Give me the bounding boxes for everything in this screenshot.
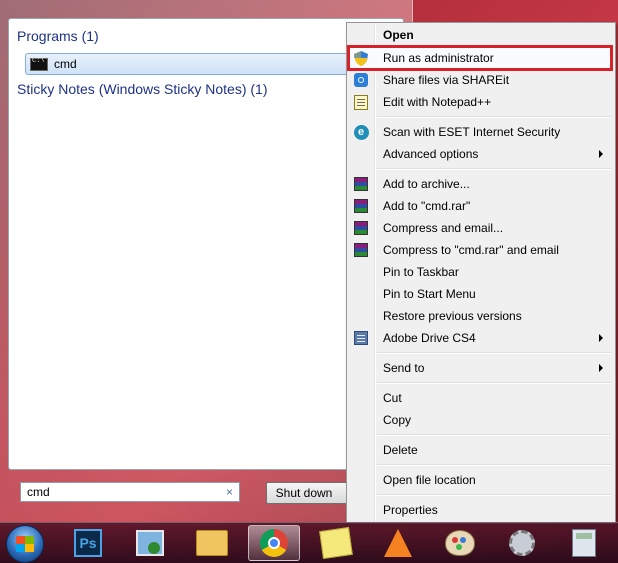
taskbar-calculator[interactable] (558, 525, 610, 561)
winrar-icon (353, 220, 369, 236)
photoshop-icon: Ps (74, 529, 102, 557)
windows-logo-icon (16, 536, 34, 552)
settings-icon (509, 530, 535, 556)
menu-item-label: Run as administrator (383, 51, 494, 65)
menu-item-label: Add to archive... (383, 177, 470, 191)
menu-separator (377, 116, 611, 117)
menu-item-copy[interactable]: Copy (349, 409, 611, 431)
taskbar-settings[interactable] (496, 525, 548, 561)
menu-item-label: Restore previous versions (383, 309, 522, 323)
menu-item-label: Pin to Taskbar (383, 265, 459, 279)
taskbar-sticky-notes[interactable] (310, 525, 362, 561)
submenu-arrow-icon (599, 364, 603, 372)
group-header-programs[interactable]: Programs (1) (17, 28, 99, 44)
menu-item-label: Send to (383, 361, 425, 375)
menu-item-label: Delete (383, 443, 418, 457)
menu-separator (377, 382, 611, 383)
result-item-cmd[interactable]: cmd (25, 53, 399, 75)
taskbar: Ps (0, 522, 618, 563)
menu-item-advanced-options[interactable]: Advanced options (349, 143, 611, 165)
shareit-icon (353, 72, 369, 88)
file-explorer-icon (196, 530, 228, 556)
menu-item-cut[interactable]: Cut (349, 387, 611, 409)
menu-item-label: Cut (383, 391, 402, 405)
menu-item-share-shareit[interactable]: Share files via SHAREit (349, 69, 611, 91)
start-button[interactable] (6, 525, 44, 563)
menu-item-label: Open file location (383, 473, 476, 487)
menu-item-delete[interactable]: Delete (349, 439, 611, 461)
taskbar-photoshop[interactable]: Ps (62, 525, 114, 561)
group-header-sticky-notes[interactable]: Sticky Notes (Windows Sticky Notes) (1) (17, 81, 268, 97)
menu-item-label: Copy (383, 413, 412, 427)
calculator-icon (572, 529, 596, 557)
menu-separator (377, 352, 611, 353)
taskbar-remote-desktop[interactable] (124, 525, 176, 561)
menu-separator (377, 494, 611, 495)
winrar-icon (353, 242, 369, 258)
menu-item-adobe-drive-cs4[interactable]: Adobe Drive CS4 (349, 327, 611, 349)
uac-shield-icon (353, 50, 369, 66)
menu-item-pin-to-start-menu[interactable]: Pin to Start Menu (349, 283, 611, 305)
menu-item-send-to[interactable]: Send to (349, 357, 611, 379)
notepadpp-icon (353, 94, 369, 110)
menu-item-add-to-cmd-rar[interactable]: Add to "cmd.rar" (349, 195, 611, 217)
remote-desktop-icon (136, 530, 164, 556)
menu-item-run-as-administrator[interactable]: Run as administrator (347, 45, 613, 71)
menu-item-label: Compress and email... (383, 221, 504, 235)
menu-item-label: Open (383, 28, 414, 42)
search-results-pane: Programs (1) cmd Sticky Notes (Windows S… (8, 18, 404, 470)
menu-item-label: Properties (383, 503, 438, 517)
menu-item-label: Adobe Drive CS4 (383, 331, 476, 345)
menu-item-pin-to-taskbar[interactable]: Pin to Taskbar (349, 261, 611, 283)
eset-icon: e (353, 124, 369, 140)
paint-icon (445, 530, 475, 556)
search-input-value: cmd (27, 485, 50, 499)
menu-item-label: Compress to "cmd.rar" and email (383, 243, 559, 257)
menu-item-label: Advanced options (383, 147, 479, 161)
taskbar-file-explorer[interactable] (186, 525, 238, 561)
menu-item-label: Scan with ESET Internet Security (383, 125, 561, 139)
menu-item-restore-previous-versions[interactable]: Restore previous versions (349, 305, 611, 327)
sticky-notes-icon (319, 527, 353, 559)
menu-item-compress-to-cmd-rar-and-email[interactable]: Compress to "cmd.rar" and email (349, 239, 611, 261)
submenu-arrow-icon (599, 334, 603, 342)
winrar-icon (353, 176, 369, 192)
menu-item-label: Add to "cmd.rar" (383, 199, 471, 213)
clear-search-icon[interactable]: × (226, 485, 233, 499)
menu-separator (377, 168, 611, 169)
cmd-icon (30, 57, 48, 71)
taskbar-chrome[interactable] (248, 525, 300, 561)
vlc-icon (384, 529, 412, 557)
menu-item-open-file-location[interactable]: Open file location (349, 469, 611, 491)
menu-item-scan-eset[interactable]: e Scan with ESET Internet Security (349, 121, 611, 143)
menu-item-properties[interactable]: Properties (349, 499, 611, 521)
menu-item-label: Share files via SHAREit (383, 73, 510, 87)
menu-item-compress-and-email[interactable]: Compress and email... (349, 217, 611, 239)
adobe-drive-icon (353, 330, 369, 346)
submenu-arrow-icon (599, 150, 603, 158)
context-menu: Open Run as administrator Share files vi… (346, 22, 616, 524)
chrome-icon (260, 529, 288, 557)
taskbar-vlc[interactable] (372, 525, 424, 561)
winrar-icon (353, 198, 369, 214)
shutdown-button[interactable]: Shut down (266, 482, 342, 504)
menu-separator (377, 434, 611, 435)
menu-item-edit-notepadpp[interactable]: Edit with Notepad++ (349, 91, 611, 113)
menu-item-label: Pin to Start Menu (383, 287, 476, 301)
menu-item-label: Edit with Notepad++ (383, 95, 492, 109)
search-input[interactable]: cmd × (20, 482, 240, 502)
taskbar-paint[interactable] (434, 525, 486, 561)
menu-item-open[interactable]: Open (349, 24, 611, 46)
menu-separator (377, 464, 611, 465)
result-item-label: cmd (54, 57, 77, 71)
menu-item-add-to-archive[interactable]: Add to archive... (349, 173, 611, 195)
